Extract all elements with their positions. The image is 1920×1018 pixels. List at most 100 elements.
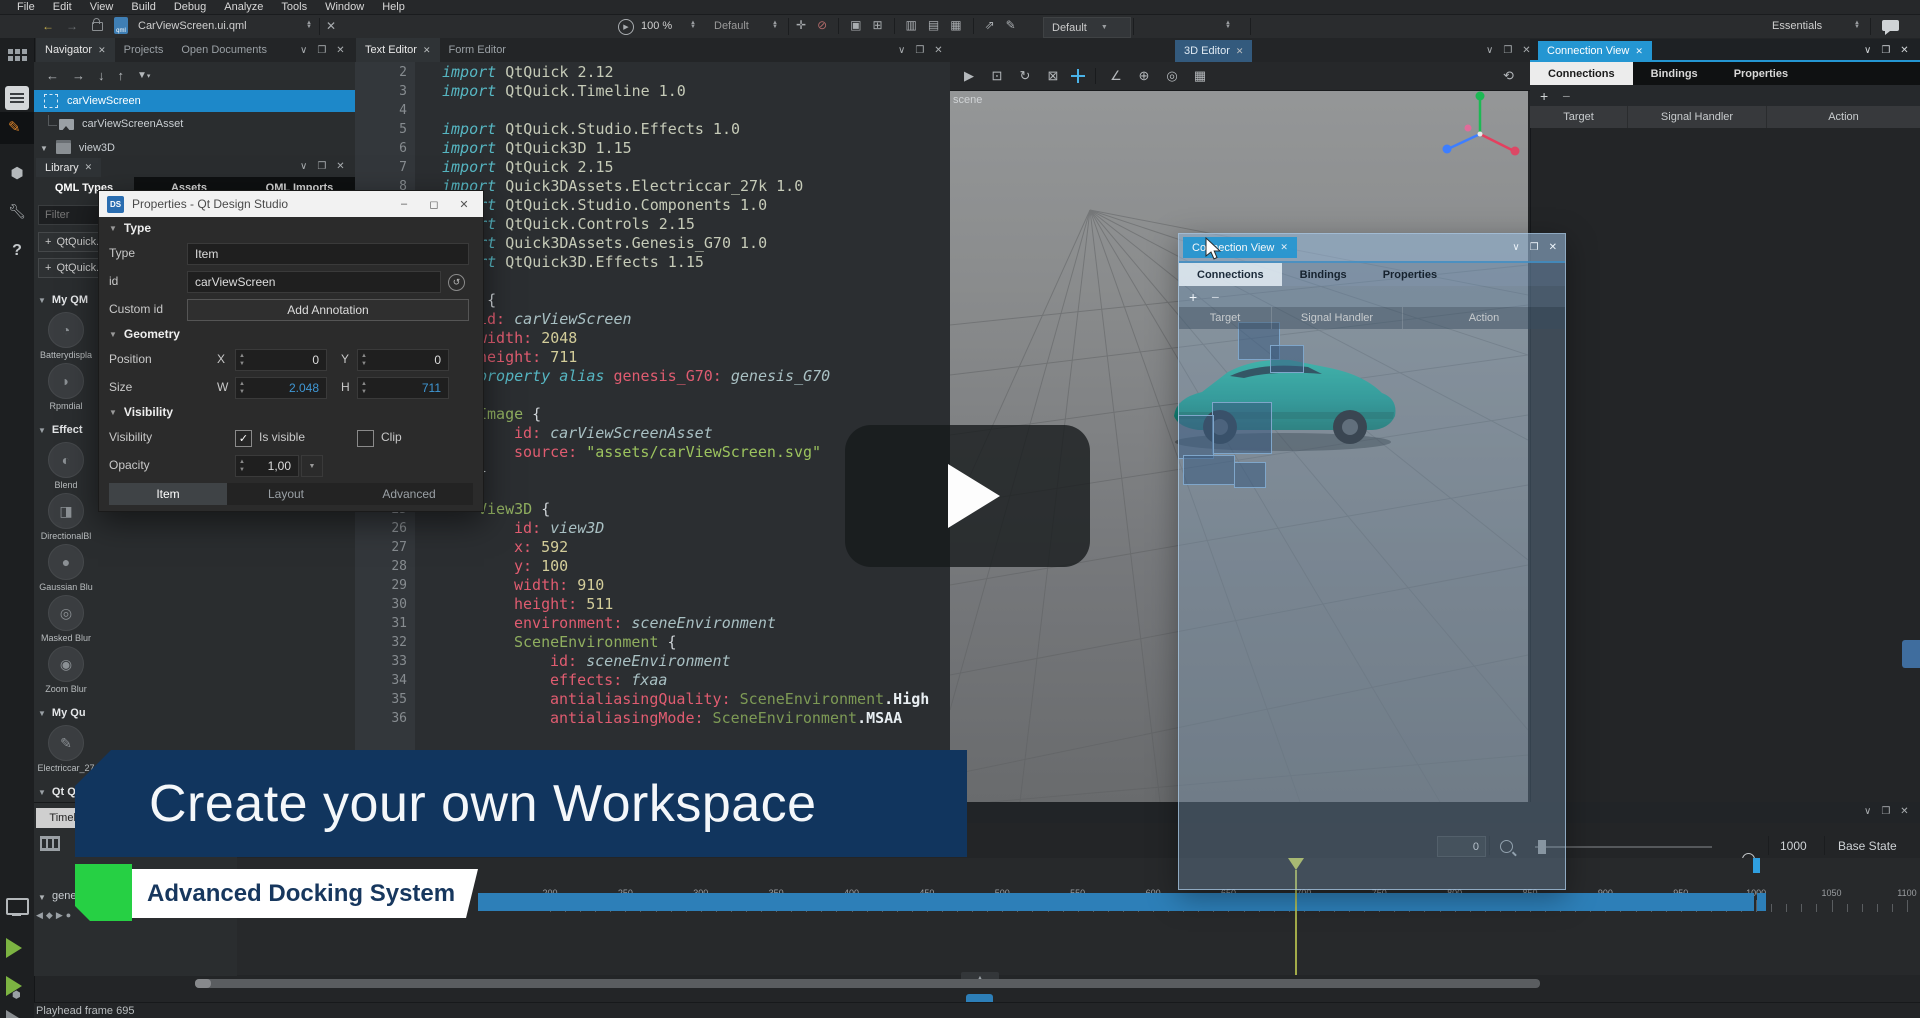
- dialog-tab-layout[interactable]: Layout: [227, 483, 345, 505]
- code-line[interactable]: 7import QtQuick 2.15: [355, 158, 950, 177]
- section-visibility[interactable]: ▼Visibility: [109, 405, 173, 419]
- tab-navigator[interactable]: Navigator✕: [36, 38, 115, 62]
- extra-selector-spinner[interactable]: ▲▼: [1225, 21, 1231, 29]
- run-partial-icon[interactable]: [6, 1010, 19, 1018]
- move-up-icon[interactable]: ↑: [118, 68, 125, 83]
- panel-edge-tab[interactable]: [1902, 640, 1920, 668]
- monitor-icon[interactable]: [6, 898, 29, 915]
- angle-snap-icon[interactable]: ∠: [1105, 68, 1127, 84]
- video-play-button[interactable]: [845, 425, 1090, 567]
- state-selector[interactable]: Default: [714, 20, 749, 32]
- dialog-tab-advanced[interactable]: Advanced: [345, 483, 473, 505]
- bounds-add-icon[interactable]: ⊞: [872, 18, 882, 34]
- reset-view-icon[interactable]: ⟲: [1503, 68, 1514, 84]
- help-icon[interactable]: ?: [0, 236, 34, 266]
- local-global-icon[interactable]: ⊡: [986, 68, 1008, 84]
- move-right-icon[interactable]: →: [72, 68, 85, 83]
- close-panel-icon[interactable]: ✕: [1900, 45, 1908, 56]
- tab-form-editor[interactable]: Form Editor: [440, 38, 515, 62]
- code-line[interactable]: 31environment: sceneEnvironment: [355, 614, 950, 633]
- library-section-my-qu[interactable]: ▼My Qu: [38, 707, 164, 719]
- filter-icon[interactable]: ▼▾: [137, 70, 150, 81]
- timeline-ruler[interactable]: [237, 858, 1920, 889]
- x-field[interactable]: ▲▼0: [235, 349, 327, 371]
- move-left-icon[interactable]: ←: [46, 68, 59, 83]
- zoom-spinner[interactable]: ▲▼: [690, 21, 696, 29]
- popout-icon[interactable]: ❐: [1881, 45, 1890, 56]
- reset-icon[interactable]: ↺: [448, 274, 465, 291]
- close-document-icon[interactable]: ✕: [326, 19, 336, 33]
- close-panel-icon[interactable]: ✕: [336, 45, 344, 56]
- base-state-button[interactable]: Base State: [1838, 839, 1897, 853]
- code-line[interactable]: 35antialiasingQuality: SceneEnvironment.…: [355, 690, 950, 709]
- feedback-bubble-icon[interactable]: [1882, 20, 1899, 31]
- id-input[interactable]: carViewScreen: [187, 271, 441, 293]
- collapse-icon[interactable]: ∨: [898, 45, 905, 56]
- cv-tab-properties[interactable]: Properties: [1716, 62, 1806, 85]
- keyframe-controls[interactable]: ◀◆▶●: [36, 910, 74, 921]
- move-down-icon[interactable]: ↓: [98, 68, 105, 83]
- fit-selected-icon[interactable]: ⊠: [1042, 68, 1064, 84]
- code-line[interactable]: 33id: sceneEnvironment: [355, 652, 950, 671]
- tab-connection-view[interactable]: Connection View✕: [1538, 41, 1652, 61]
- cv-tab-bindings[interactable]: Bindings: [1633, 62, 1716, 85]
- minimize-button[interactable]: –: [393, 198, 415, 210]
- rows-icon[interactable]: ▤: [928, 18, 939, 34]
- close-window-button[interactable]: ✕: [453, 198, 475, 211]
- export-icon[interactable]: ⇗: [985, 18, 995, 34]
- expander-icon[interactable]: ▼: [38, 893, 46, 902]
- code-line[interactable]: 4: [355, 101, 950, 120]
- collapse-icon[interactable]: ∨: [1486, 45, 1493, 56]
- close-panel-icon[interactable]: ✕: [336, 161, 344, 172]
- menu-analyze[interactable]: Analyze: [215, 1, 272, 13]
- section-geometry[interactable]: ▼Geometry: [109, 327, 180, 341]
- run-preview-icon[interactable]: ▶: [618, 19, 634, 35]
- close-panel-icon[interactable]: ✕: [1900, 806, 1908, 817]
- grid-snap-icon[interactable]: ▦: [1189, 68, 1211, 84]
- axis-gizmo[interactable]: [1438, 88, 1520, 164]
- library-item[interactable]: ◨DirectionalBl: [34, 493, 98, 544]
- code-line[interactable]: 36antialiasingMode: SceneEnvironment.MSA…: [355, 709, 950, 728]
- menu-debug[interactable]: Debug: [165, 1, 215, 13]
- code-line[interactable]: 34effects: fxaa: [355, 671, 950, 690]
- code-line[interactable]: 29width: 910: [355, 576, 950, 595]
- library-item[interactable]: ◎Masked Blur: [34, 595, 98, 646]
- code-line[interactable]: 5import QtQuick.Studio.Effects 1.0: [355, 120, 950, 139]
- menu-window[interactable]: Window: [316, 1, 373, 13]
- menu-view[interactable]: View: [81, 1, 123, 13]
- popout-icon[interactable]: ❐: [1503, 45, 1512, 56]
- floating-tab-properties[interactable]: Properties: [1365, 263, 1455, 286]
- edit-mode-pencil-icon[interactable]: ✎: [8, 118, 21, 136]
- library-item[interactable]: ●Gaussian Blu: [34, 544, 98, 595]
- tools-wrench-icon[interactable]: 🔧︎: [0, 196, 34, 226]
- menu-tools[interactable]: Tools: [272, 1, 316, 13]
- popout-icon[interactable]: ❐: [1530, 242, 1539, 253]
- forward-arrow-icon[interactable]: →: [66, 19, 78, 33]
- apps-grid-icon[interactable]: [0, 40, 34, 70]
- tab-open-documents[interactable]: Open Documents: [172, 38, 276, 62]
- timeline-section-bar[interactable]: [478, 893, 1754, 911]
- close-panel-icon[interactable]: ✕: [1549, 242, 1557, 253]
- popout-icon[interactable]: ❐: [1881, 806, 1890, 817]
- popout-icon[interactable]: ❐: [915, 45, 924, 56]
- tab-library[interactable]: Library✕: [36, 158, 101, 177]
- tab-text-editor[interactable]: Text Editor✕: [356, 38, 440, 62]
- bounds-icon[interactable]: ▣: [850, 18, 861, 34]
- remove-connection-button[interactable]: −: [1562, 88, 1570, 104]
- end-frame-field[interactable]: 1000: [1780, 839, 1807, 853]
- popout-icon[interactable]: ❐: [317, 45, 326, 56]
- timeline-section-end[interactable]: [1757, 893, 1766, 911]
- library-item[interactable]: ◉Zoom Blur: [34, 646, 98, 697]
- collapse-icon[interactable]: ∨: [300, 45, 307, 56]
- library-item[interactable]: ◔Batterydispla: [34, 312, 98, 363]
- orbit-icon[interactable]: ↻: [1014, 68, 1036, 84]
- kit-spinner[interactable]: ▲▼: [1854, 21, 1860, 29]
- floating-header[interactable]: Connection View✕ ∨❐✕: [1179, 234, 1565, 263]
- opacity-dropdown[interactable]: ▼: [301, 455, 323, 477]
- columns-icon[interactable]: ▥: [906, 18, 917, 34]
- breadcrumb-document[interactable]: CarViewScreen.ui.qml: [138, 20, 247, 32]
- style-selector[interactable]: Default ▼: [1043, 17, 1131, 38]
- snap-move-icon[interactable]: ⊕: [1133, 68, 1155, 84]
- menu-edit[interactable]: Edit: [44, 1, 81, 13]
- library-item[interactable]: ✎Electriccar_27: [34, 725, 98, 776]
